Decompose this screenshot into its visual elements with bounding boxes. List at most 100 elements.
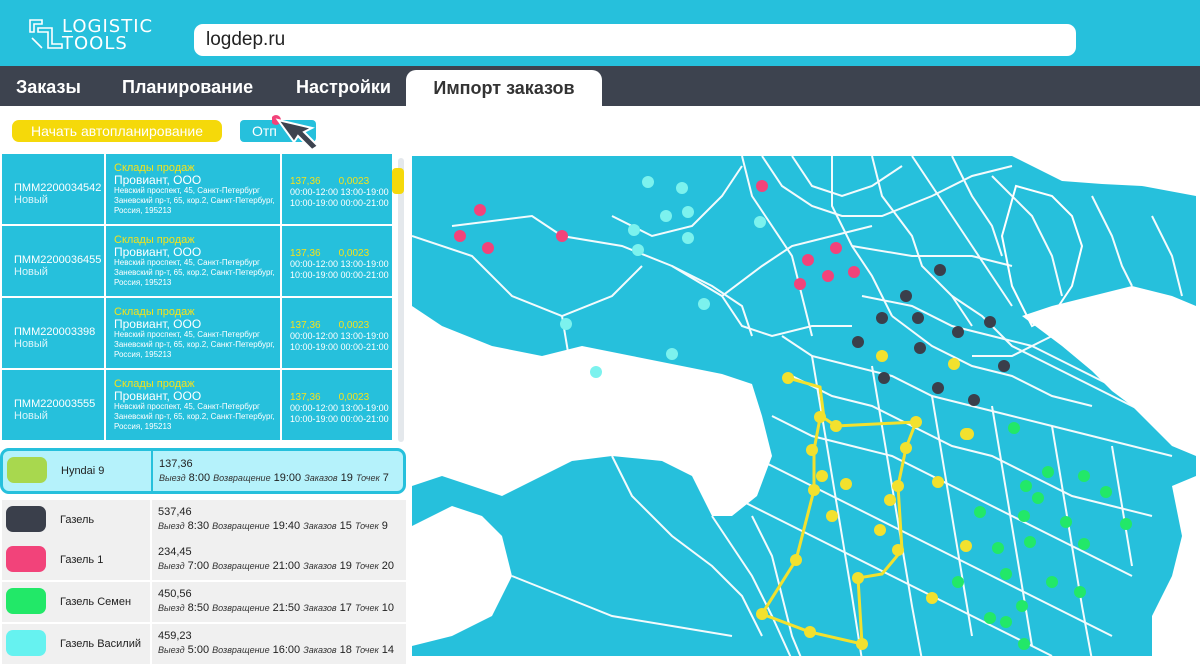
order-row[interactable]: ПММ220003555 Новый Склады продаж Провиан… — [2, 370, 392, 440]
map-delivery-point[interactable] — [876, 312, 888, 324]
map-delivery-point[interactable] — [926, 592, 938, 604]
map-delivery-point[interactable] — [682, 232, 694, 244]
tab-planning[interactable]: Планирование — [122, 66, 253, 106]
map-delivery-point[interactable] — [948, 358, 960, 370]
map-delivery-point[interactable] — [808, 484, 820, 496]
map-delivery-point[interactable] — [1018, 510, 1030, 522]
map-delivery-point[interactable] — [998, 360, 1010, 372]
map-delivery-point[interactable] — [756, 608, 768, 620]
map-delivery-point[interactable] — [934, 264, 946, 276]
order-row[interactable]: ПММ2200034542 Новый Склады продаж Провиа… — [2, 154, 392, 224]
map-delivery-point[interactable] — [992, 542, 1004, 554]
map-delivery-point[interactable] — [892, 480, 904, 492]
map-delivery-point[interactable] — [830, 242, 842, 254]
map-delivery-point[interactable] — [968, 394, 980, 406]
map-delivery-point[interactable] — [474, 204, 486, 216]
map-delivery-point[interactable] — [852, 572, 864, 584]
map-delivery-point[interactable] — [900, 442, 912, 454]
map-delivery-point[interactable] — [952, 326, 964, 338]
vehicle-row[interactable]: Газель Семен 450,56 Выезд 8:50 Возвращен… — [2, 582, 406, 622]
map-delivery-point[interactable] — [814, 411, 826, 423]
map-delivery-point[interactable] — [628, 224, 640, 236]
map[interactable] — [412, 154, 1200, 672]
map-delivery-point[interactable] — [974, 506, 986, 518]
map-canvas[interactable] — [412, 156, 1196, 660]
map-delivery-point[interactable] — [1078, 538, 1090, 550]
map-delivery-point[interactable] — [560, 318, 572, 330]
map-delivery-point[interactable] — [892, 544, 904, 556]
map-delivery-point[interactable] — [1000, 568, 1012, 580]
map-delivery-point[interactable] — [806, 444, 818, 456]
map-delivery-point[interactable] — [876, 350, 888, 362]
vehicle-row[interactable]: Hyndai 9 137,36 Выезд 8:00 Возвращение 1… — [0, 448, 406, 494]
order-row[interactable]: ПММ2200036455 Новый Склады продаж Провиа… — [2, 226, 392, 296]
map-delivery-point[interactable] — [782, 372, 794, 384]
vehicle-row[interactable]: Газель 537,46 Выезд 8:30 Возвращение 19:… — [2, 500, 406, 540]
start-autoplanning-button[interactable]: Начать автопланирование — [12, 120, 222, 142]
orders-scroll-thumb[interactable] — [392, 168, 404, 194]
tab-import-orders[interactable]: Импорт заказов — [406, 70, 602, 106]
orders-scrollbar[interactable] — [398, 158, 404, 442]
order-row[interactable]: ПММ220003398 Новый Склады продаж Провиан… — [2, 298, 392, 368]
map-delivery-point[interactable] — [840, 478, 852, 490]
map-delivery-point[interactable] — [802, 254, 814, 266]
tab-orders[interactable]: Заказы — [16, 66, 81, 106]
vehicle-row[interactable]: Газель Василий 459,23 Выезд 5:00 Возвращ… — [2, 624, 406, 664]
map-delivery-point[interactable] — [822, 270, 834, 282]
vehicle-points-count: 10 — [381, 602, 395, 614]
map-delivery-point[interactable] — [984, 316, 996, 328]
map-delivery-point[interactable] — [590, 366, 602, 378]
map-delivery-point[interactable] — [756, 180, 768, 192]
map-delivery-point[interactable] — [848, 266, 860, 278]
map-delivery-point[interactable] — [952, 576, 964, 588]
map-delivery-point[interactable] — [878, 372, 890, 384]
map-delivery-point[interactable] — [1024, 536, 1036, 548]
map-delivery-point[interactable] — [794, 278, 806, 290]
map-delivery-point[interactable] — [884, 494, 896, 506]
map-delivery-point[interactable] — [932, 382, 944, 394]
map-delivery-point[interactable] — [1018, 638, 1030, 650]
map-delivery-point[interactable] — [932, 476, 944, 488]
map-delivery-point[interactable] — [816, 470, 828, 482]
map-delivery-point[interactable] — [960, 540, 972, 552]
map-delivery-point[interactable] — [666, 348, 678, 360]
map-delivery-point[interactable] — [698, 298, 710, 310]
map-delivery-point[interactable] — [1020, 480, 1032, 492]
map-delivery-point[interactable] — [660, 210, 672, 222]
map-delivery-point[interactable] — [1008, 422, 1020, 434]
map-delivery-point[interactable] — [830, 420, 842, 432]
map-delivery-point[interactable] — [900, 290, 912, 302]
map-delivery-point[interactable] — [556, 230, 568, 242]
map-delivery-point[interactable] — [632, 244, 644, 256]
map-delivery-point[interactable] — [1060, 516, 1072, 528]
map-delivery-point[interactable] — [754, 216, 766, 228]
map-delivery-point[interactable] — [910, 416, 922, 428]
map-delivery-point[interactable] — [852, 336, 864, 348]
map-delivery-point[interactable] — [1078, 470, 1090, 482]
map-delivery-point[interactable] — [454, 230, 466, 242]
map-delivery-point[interactable] — [682, 206, 694, 218]
map-delivery-point[interactable] — [914, 342, 926, 354]
map-delivery-point[interactable] — [984, 612, 996, 624]
map-delivery-point[interactable] — [1000, 616, 1012, 628]
map-delivery-point[interactable] — [1120, 518, 1132, 530]
map-delivery-point[interactable] — [874, 524, 886, 536]
map-delivery-point[interactable] — [1032, 492, 1044, 504]
map-delivery-point[interactable] — [804, 626, 816, 638]
map-delivery-point[interactable] — [1042, 466, 1054, 478]
map-delivery-point[interactable] — [790, 554, 802, 566]
map-delivery-point[interactable] — [482, 242, 494, 254]
tab-settings[interactable]: Настройки — [296, 66, 391, 106]
map-delivery-point[interactable] — [962, 428, 974, 440]
map-delivery-point[interactable] — [1100, 486, 1112, 498]
map-delivery-point[interactable] — [1046, 576, 1058, 588]
map-delivery-point[interactable] — [912, 312, 924, 324]
map-delivery-point[interactable] — [676, 182, 688, 194]
map-delivery-point[interactable] — [1074, 586, 1086, 598]
map-delivery-point[interactable] — [1016, 600, 1028, 612]
map-delivery-point[interactable] — [856, 638, 868, 650]
map-delivery-point[interactable] — [642, 176, 654, 188]
vehicle-row[interactable]: Газель 1 234,45 Выезд 7:00 Возвращение 2… — [2, 540, 406, 580]
address-bar[interactable]: logdep.ru — [194, 24, 1076, 56]
map-delivery-point[interactable] — [826, 510, 838, 522]
